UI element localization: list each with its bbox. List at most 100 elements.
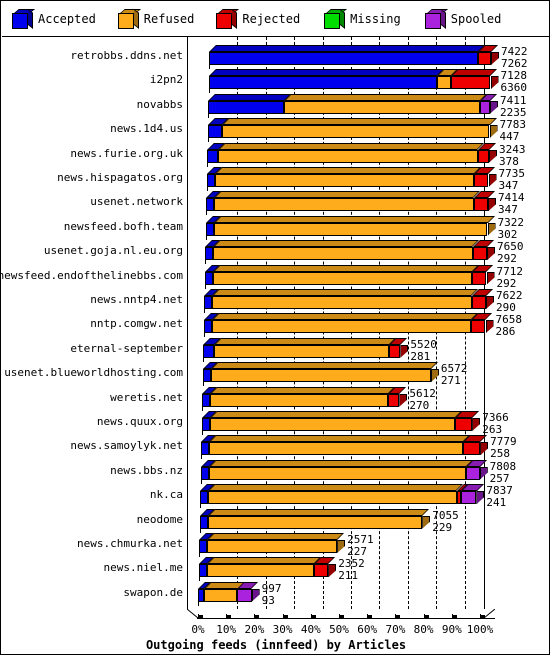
bar-segment-accepted — [200, 466, 209, 480]
bar-value-accepted: 378 — [499, 154, 519, 168]
bar-segment-refused — [213, 247, 473, 261]
bar-value-label: 7658 286 — [496, 314, 523, 338]
bar-segment-rejected — [478, 52, 491, 65]
bar-value-accepted: 227 — [347, 545, 368, 558]
bar-end-cap — [488, 174, 497, 187]
bar-value-accepted: 270 — [409, 398, 430, 412]
y-axis-tick — [205, 235, 207, 240]
bar-segment-top-accepted — [209, 45, 486, 52]
cube-icon — [12, 9, 35, 29]
x-axis-tick-knob — [340, 615, 344, 618]
bar-value-label: 7735 347 — [499, 168, 526, 192]
y-axis-tick — [209, 65, 210, 69]
y-axis-tick — [200, 479, 202, 484]
bar-end-cap — [337, 540, 346, 553]
bar-value-accepted: 257 — [489, 471, 510, 485]
y-axis-label: newsfeed.endofthelinebbs.com — [0, 268, 183, 282]
bar-segment-top-rejected — [451, 69, 498, 77]
bar-value-label: 7783 447 — [500, 119, 527, 143]
y-axis-tick — [204, 284, 206, 289]
x-axis-tick-knob — [199, 615, 203, 618]
x-axis-tick-knob — [255, 615, 260, 618]
bar-segment-refused — [211, 320, 472, 334]
cube-icon — [117, 9, 141, 29]
bar-value-label: 7622 290 — [496, 290, 523, 314]
x-axis-tick-knob — [227, 615, 232, 618]
x-axis-tick-label: 30% — [272, 623, 293, 636]
bar-segment-accepted — [199, 515, 208, 529]
y-axis-tick — [208, 89, 210, 94]
bar-value-offered: 3243 — [499, 142, 526, 156]
y-axis-tick — [201, 431, 203, 435]
bar-segment-top-refused — [210, 386, 396, 394]
bar-segment-refused — [284, 100, 481, 114]
bar-segment-refused — [207, 515, 423, 529]
bar-end-cap — [399, 393, 408, 407]
bar-value-offered: 5612 — [409, 386, 436, 400]
bar-segment-accepted — [206, 174, 215, 187]
y-axis-label: usenet.goja.nl.eu.org — [43, 244, 183, 258]
x-axis-tick-knob — [424, 615, 429, 618]
y-axis-tick — [202, 406, 203, 411]
y-axis-label: usenet.blueworldhosting.com — [4, 366, 183, 380]
bar-value-label: 7779 258 — [490, 436, 517, 460]
bar-segment-accepted — [202, 369, 211, 383]
y-axis-tick — [208, 113, 209, 118]
bar-segment-top-refused — [208, 459, 473, 467]
y-axis-label: eternal-september — [70, 341, 183, 355]
bar-end-cap — [486, 271, 495, 285]
bar-value-offered: 7322 — [497, 215, 525, 229]
bar-segment-accepted — [207, 125, 222, 139]
bar-value-label: 2571 227 — [347, 534, 374, 558]
y-axis-tick — [206, 187, 208, 191]
x-axis-tick-label: 90% — [441, 623, 462, 636]
x-axis-tick-label: 20% — [244, 623, 265, 636]
bar-value-accepted: 258 — [490, 447, 511, 461]
bar-value-accepted: 347 — [498, 203, 518, 217]
y-axis-tick — [200, 504, 201, 509]
bar-end-cap — [422, 515, 431, 529]
bar-segment-top-refused — [213, 240, 480, 248]
bar-value-accepted: 286 — [495, 325, 516, 339]
bar-end-cap — [485, 320, 494, 334]
bar-value-label: 7808 257 — [489, 460, 517, 485]
cube-icon — [216, 9, 240, 29]
bar-end-cap — [328, 564, 337, 578]
bar-segment-rejected — [477, 149, 489, 163]
y-axis-label: news.furie.org.uk — [70, 146, 183, 160]
bar-value-label: 3243 378 — [499, 142, 526, 168]
x-axis-depth-left — [187, 609, 198, 619]
y-axis-label: nntp.comgw.net — [90, 317, 183, 331]
bar-segment-rejected — [474, 174, 489, 187]
bar-value-label: 7712 292 — [497, 265, 524, 290]
y-axis-label: newsfeed.bofh.team — [63, 219, 183, 233]
bar-segment-refused — [436, 76, 451, 90]
x-axis-title: Outgoing feeds (innfeed) by Articles — [145, 638, 407, 652]
bar-value-label: 7128 6360 — [501, 70, 528, 94]
bar-value-accepted: 290 — [496, 301, 516, 314]
x-axis-line — [197, 618, 495, 619]
y-axis-label: news.samoylyk.net — [70, 439, 183, 453]
bar-end-cap — [487, 222, 496, 236]
x-axis-tick-label: 0% — [191, 623, 205, 636]
bar-value-label: 7422 7262 — [501, 46, 528, 70]
bar-segment-accepted — [201, 442, 210, 456]
legend-item-refused: Refused — [117, 9, 194, 29]
chart-legend: Accepted Refused Rejected Missing Spooled — [2, 2, 549, 37]
bar-segment-accepted — [199, 540, 208, 553]
bar-end-cap — [491, 52, 499, 65]
y-axis-tick — [202, 382, 204, 387]
bar-segment-spooled — [460, 491, 477, 505]
bar-segment-refused — [209, 418, 456, 431]
y-axis-tick — [203, 357, 204, 362]
bar-segment-accepted — [198, 564, 207, 578]
bar-segment-accepted — [201, 418, 210, 431]
bar-value-accepted: 302 — [497, 227, 518, 241]
plot-wrapper: retrobbs.ddns.net i2pn2 novabbs news.1d4.us… — [0, 37, 549, 654]
bar-segment-rejected — [388, 393, 400, 407]
bar-segment-rejected — [472, 271, 487, 285]
bar-segment-top-refused — [214, 337, 397, 345]
bar-value-offered: 5520 — [410, 337, 437, 351]
y-axis-label: weretis.net — [110, 390, 183, 404]
bar-segment-refused — [218, 149, 478, 163]
